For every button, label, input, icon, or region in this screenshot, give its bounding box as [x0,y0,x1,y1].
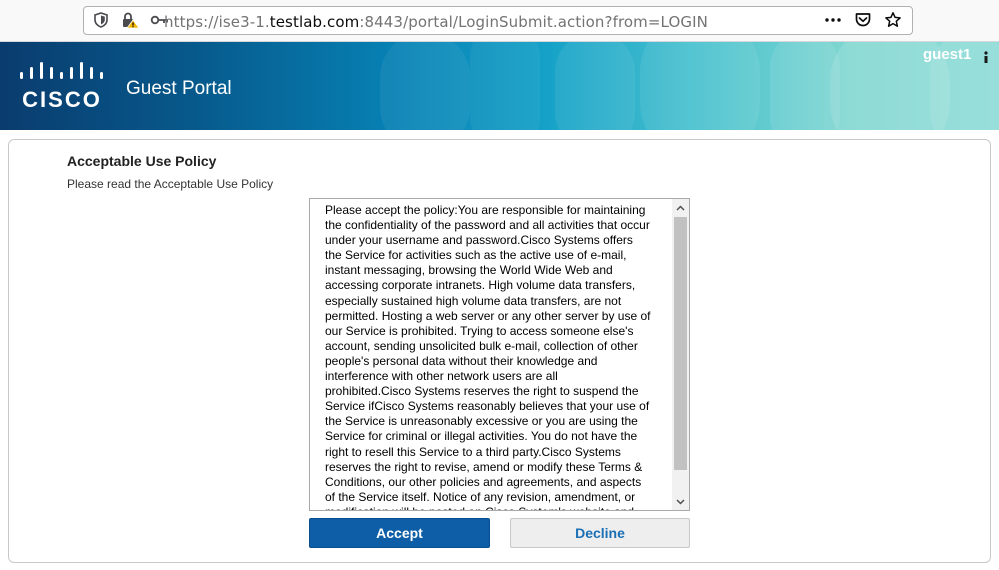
accept-button[interactable]: Accept [309,518,490,548]
scroll-thumb[interactable] [674,217,687,470]
portal-header: CISCO Guest Portal guest1 [0,42,999,130]
address-bar[interactable]: https://ise3-1.testlab.com:8443/portal/L… [83,6,913,35]
scroll-up-icon[interactable] [672,199,689,216]
pocket-icon[interactable] [854,11,872,29]
user-name[interactable]: guest1 [923,46,971,63]
aup-subtitle: Please read the Acceptable Use Policy [67,177,274,191]
aup-text-box[interactable]: Please accept the policy:You are respons… [309,198,690,511]
url-text[interactable]: https://ise3-1.testlab.com:8443/portal/L… [164,13,708,31]
star-icon[interactable] [884,11,902,29]
lock-warning-icon[interactable] [120,11,140,29]
aup-text: Please accept the policy:You are respons… [325,203,651,510]
portal-title: Guest Portal [126,78,232,99]
scroll-down-icon[interactable] [672,493,689,510]
shield-icon[interactable] [92,11,110,29]
more-icon[interactable] [824,11,842,29]
cisco-logo-text: CISCO [22,87,102,110]
browser-toolbar: https://ise3-1.testlab.com:8443/portal/L… [0,0,999,42]
aup-scrollbar[interactable] [672,199,689,510]
cisco-logo: CISCO [18,62,110,115]
decline-button[interactable]: Decline [510,518,690,548]
aup-title: Acceptable Use Policy [67,153,217,169]
user-menu-icon[interactable] [983,50,989,69]
